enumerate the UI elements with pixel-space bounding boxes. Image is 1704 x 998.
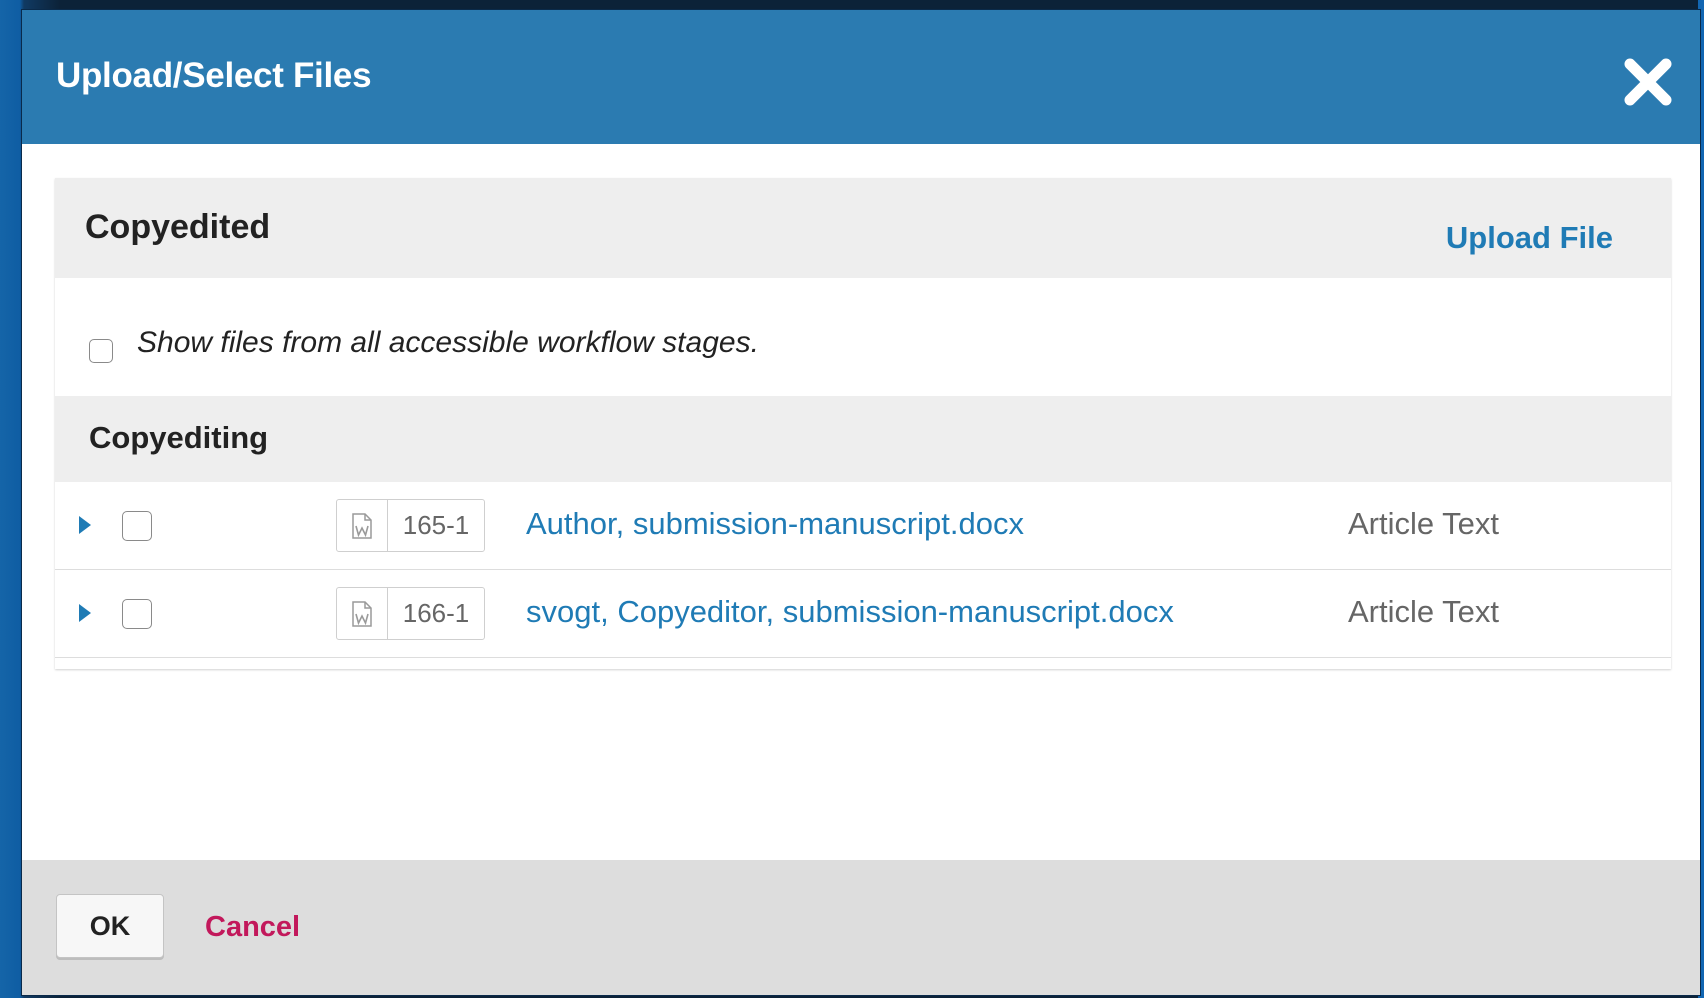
stage-category-header: Copyediting: [55, 396, 1671, 482]
modal-footer: OK Cancel: [22, 860, 1700, 995]
close-button[interactable]: [1622, 56, 1674, 108]
show-all-stages-label[interactable]: Show files from all accessible workflow …: [137, 326, 759, 360]
expand-row-icon[interactable]: [79, 516, 91, 534]
panel-title: Copyedited: [85, 208, 271, 246]
file-badge: 166-1: [336, 587, 485, 640]
modal-header: Upload/Select Files: [22, 10, 1700, 144]
file-genre: Article Text: [1348, 594, 1500, 629]
show-all-stages-checkbox[interactable]: [89, 339, 113, 363]
file-row: 165-1 Author, submission-manuscript.docx…: [55, 482, 1671, 570]
stage-title: Copyediting: [89, 420, 269, 455]
upload-file-link[interactable]: Upload File: [1446, 220, 1613, 256]
filter-row: Show files from all accessible workflow …: [55, 278, 1671, 396]
file-id: 165-1: [402, 510, 470, 540]
panel-header: Copyedited Upload File: [55, 178, 1671, 278]
ok-button[interactable]: OK: [56, 894, 164, 958]
file-id: 166-1: [402, 598, 470, 628]
file-grid-panel: Copyedited Upload File Show files from a…: [55, 178, 1671, 669]
file-name-link[interactable]: Author, submission-manuscript.docx: [526, 506, 1024, 542]
modal-title: Upload/Select Files: [56, 56, 372, 95]
file-row: 166-1 svogt, Copyeditor, submission-manu…: [55, 570, 1671, 658]
file-select-checkbox[interactable]: [122, 599, 152, 629]
upload-select-files-modal: Upload/Select Files Copyedited Upload Fi…: [22, 10, 1700, 995]
file-select-checkbox[interactable]: [122, 511, 152, 541]
cancel-link[interactable]: Cancel: [205, 911, 300, 944]
word-document-icon: [337, 500, 388, 551]
close-icon: [1624, 58, 1672, 106]
file-badge: 165-1: [336, 499, 485, 552]
file-genre: Article Text: [1348, 506, 1500, 541]
expand-row-icon[interactable]: [79, 604, 91, 622]
file-name-link[interactable]: svogt, Copyeditor, submission-manuscript…: [526, 594, 1174, 630]
word-document-icon: [337, 588, 388, 639]
